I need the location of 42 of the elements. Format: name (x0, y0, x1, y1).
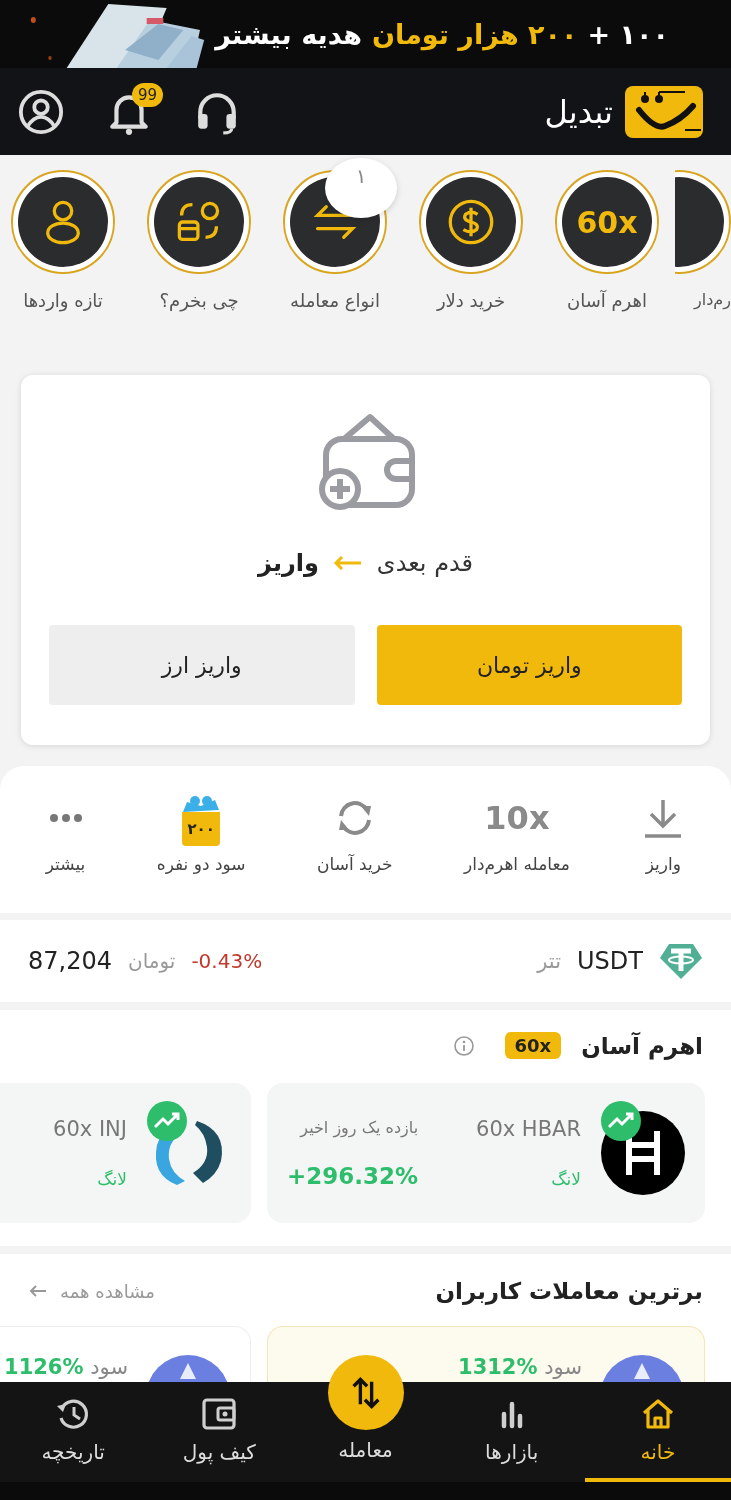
return-label: بازده یک روز اخیر (300, 1117, 419, 1137)
logo-icon (625, 85, 703, 138)
price-change: -0.43% (191, 949, 263, 973)
nav-tab[interactable]: بازارها (438, 1382, 585, 1482)
arrow-icon (28, 1284, 48, 1298)
leverage-badge: 60x (504, 1032, 562, 1059)
leverage-icon: 10x (484, 796, 550, 840)
trend-up-icon (147, 1101, 187, 1141)
quick-action-button[interactable]: بیشتر (45, 796, 86, 874)
position-side: لانگ (550, 1169, 581, 1189)
arrow-icon (332, 556, 363, 570)
nav-tab[interactable]: تاریخچه (0, 1382, 147, 1482)
section-title: اهرم آسان (581, 1032, 703, 1059)
price-value: 87,204 (28, 947, 112, 975)
coin-name: تتر (537, 949, 562, 973)
step-label: قدم بعدی (376, 549, 474, 577)
more-icon (48, 813, 83, 823)
brand-name: تبدیل (544, 92, 613, 131)
coin-symbol: USDT (577, 947, 643, 975)
count-badge: ۱ (325, 158, 397, 218)
dollar-coin-icon (447, 198, 495, 246)
section-title: برترین معاملات کاربران (435, 1278, 703, 1304)
leverage-icon: 60x (576, 204, 638, 240)
trend-up-icon (601, 1101, 641, 1141)
quick-action-button[interactable]: خرید آسان (316, 796, 393, 874)
info-icon[interactable] (452, 1034, 475, 1057)
promo-text: ۱۰۰ + ۲۰۰ هزار تومان هدیه بیشتر (215, 18, 669, 50)
deposit-button[interactable]: واریز تومان (376, 625, 682, 705)
quick-action-button[interactable]: واریز (641, 796, 686, 874)
return-value: +296.32% (287, 1162, 419, 1189)
quick-action-button[interactable]: ۲۰۰ سود دو نفره (156, 796, 246, 874)
tether-coin-icon (659, 942, 703, 980)
position-side: لانگ (96, 1169, 127, 1189)
deposit-button[interactable]: واریز ارز (49, 625, 355, 705)
pair-label: 60x HBAR (476, 1117, 581, 1141)
notification-count: 99 (132, 82, 164, 107)
nav-tab[interactable]: کیف پول (146, 1382, 293, 1482)
pair-label: 60x INJ (53, 1117, 127, 1141)
step-target: واریز (257, 549, 319, 577)
profile-icon[interactable] (18, 88, 64, 135)
wallet-icon (201, 1396, 238, 1432)
currency-unit: تومان (128, 949, 176, 973)
